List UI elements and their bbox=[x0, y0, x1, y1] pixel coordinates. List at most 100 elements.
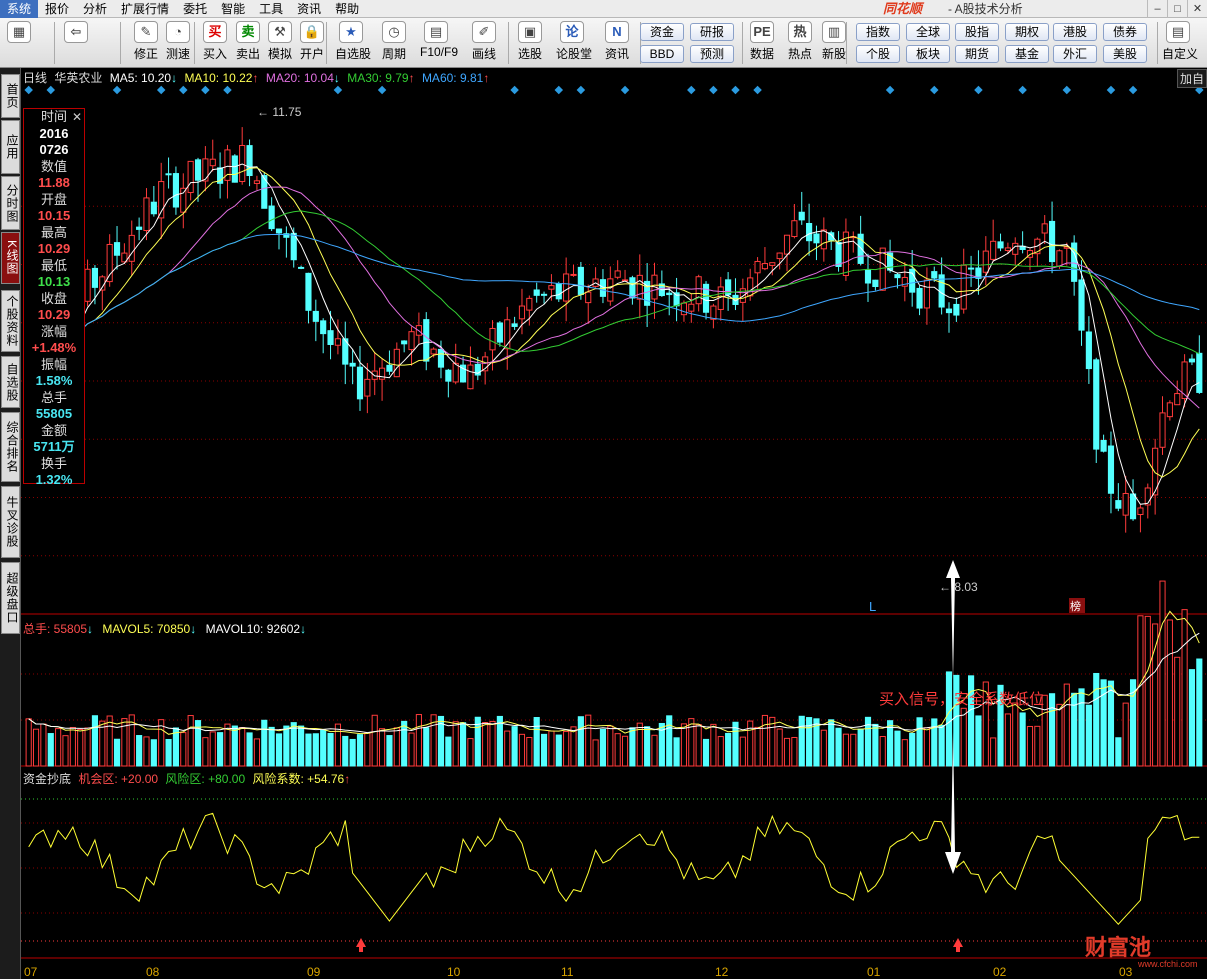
menu-item-7[interactable]: 资讯 bbox=[290, 0, 328, 18]
left-tab-8[interactable]: 超级盘口 bbox=[1, 562, 20, 634]
quick-button-0[interactable]: 资金 bbox=[640, 23, 684, 41]
toolbar-button-lun[interactable]: 论论股堂 bbox=[556, 20, 592, 66]
high-label: 最高 bbox=[40, 224, 67, 240]
toolbar-button-buy[interactable]: 买买入 bbox=[199, 20, 231, 66]
candle-body bbox=[563, 273, 570, 302]
volume-bar bbox=[268, 726, 275, 767]
toolbar-button-pen[interactable]: ✐ 画线 bbox=[468, 20, 500, 66]
toolbar-button-hammer[interactable]: ⚒ 模拟 bbox=[264, 20, 296, 66]
quick-button-7[interactable]: 板块 bbox=[906, 45, 950, 63]
toolbar-button-custom[interactable]: ▤ 自定义 bbox=[1162, 20, 1199, 66]
quick-button-9[interactable]: 期货 bbox=[955, 45, 999, 63]
toolbar-button-select[interactable]: ▣ 选股 bbox=[514, 20, 546, 66]
left-tab-0[interactable]: 首页 bbox=[1, 74, 20, 118]
volume-bar bbox=[732, 721, 739, 767]
ma60-line bbox=[28, 233, 1200, 349]
menu-item-6[interactable]: 工具 bbox=[252, 0, 290, 18]
toolbar-button-sell[interactable]: 卖卖出 bbox=[232, 20, 264, 66]
volume-bar bbox=[607, 725, 614, 767]
change-label: 涨幅 bbox=[40, 323, 67, 339]
quick-button-14[interactable]: 债券 bbox=[1103, 23, 1147, 41]
toolbar-button-star[interactable]: ★ 自选股 bbox=[335, 20, 371, 66]
max-window-icon[interactable]: □ bbox=[1167, 0, 1187, 18]
min-window-icon[interactable]: – bbox=[1147, 0, 1167, 18]
menu-item-0[interactable]: 系统 bbox=[0, 0, 39, 18]
quick-button-5[interactable]: 个股 bbox=[856, 45, 900, 63]
volume-bar bbox=[62, 735, 69, 767]
candle-body bbox=[172, 173, 180, 208]
toolbar-button-news[interactable]: N 资讯 bbox=[601, 20, 633, 66]
signal-diamond bbox=[112, 85, 122, 95]
toolbar-button-speed[interactable]: ◔ 测速 bbox=[162, 20, 194, 66]
quick-button-13[interactable]: 外汇 bbox=[1053, 45, 1097, 63]
quick-button-12[interactable]: 港股 bbox=[1053, 23, 1097, 41]
volume-bar bbox=[504, 730, 511, 767]
quick-button-10[interactable]: 期权 bbox=[1005, 23, 1049, 41]
left-tab-5[interactable]: 自选股 bbox=[1, 356, 20, 408]
candle-body bbox=[327, 330, 334, 345]
candle-body bbox=[1166, 402, 1173, 418]
left-tab-2[interactable]: 分时图 bbox=[1, 176, 20, 230]
candle-body bbox=[1196, 352, 1203, 393]
close-window-icon[interactable]: ✕ bbox=[1187, 0, 1207, 18]
toolbar-button-lock[interactable]: 🔒 开户 bbox=[296, 20, 328, 66]
quick-button-3[interactable]: 预测 bbox=[690, 45, 734, 63]
quick-button-4[interactable]: 指数 bbox=[856, 23, 900, 41]
news-icon: N bbox=[605, 21, 629, 43]
volume-bar bbox=[842, 733, 849, 767]
menu-item-3[interactable]: 扩展行情 bbox=[114, 0, 176, 18]
indicator-legend: 资金抄底 机会区: +20.00 风险区: +80.00 风险系数: +54.7… bbox=[23, 772, 351, 786]
quick-button-15[interactable]: 美股 bbox=[1103, 45, 1147, 63]
quick-button-6[interactable]: 全球 bbox=[906, 23, 950, 41]
candle-body bbox=[202, 158, 209, 182]
toolbar-button-pe[interactable]: PE 数据 bbox=[746, 20, 778, 66]
toolbar-button-clock[interactable]: ◷ 周期 bbox=[378, 20, 410, 66]
up-arrow-icon bbox=[946, 560, 960, 680]
indicator-name: 资金抄底 bbox=[23, 772, 72, 786]
info-panel: ✕ 时间 2016 0726 数值 11.88 开盘 10.15 最高 10.2… bbox=[23, 108, 85, 487]
risk-coef-label: 风险系数: +54.76 bbox=[252, 772, 345, 786]
volume-bar bbox=[828, 719, 835, 767]
quick-button-8[interactable]: 股指 bbox=[955, 23, 999, 41]
close-icon[interactable]: ✕ bbox=[72, 109, 82, 126]
toolbar-button-hot[interactable]: 热热点 bbox=[784, 20, 816, 66]
left-tab-1[interactable]: 应用 bbox=[1, 120, 20, 174]
left-tab-6[interactable]: 综合排名 bbox=[1, 412, 20, 482]
toolbar-button-f10[interactable]: ▤ F10/F9 bbox=[420, 20, 458, 66]
toolbar-button-back-arrow[interactable]: ⇦ bbox=[60, 20, 92, 66]
left-tab-4[interactable]: 个股资料 bbox=[1, 290, 20, 352]
signal-diamond bbox=[620, 85, 630, 95]
toolbar-label: 选股 bbox=[517, 47, 542, 61]
custom-icon: ▤ bbox=[1166, 21, 1190, 43]
candle-body bbox=[1048, 220, 1056, 263]
left-tab-bar: 首页 应用分时图 K线图个股资料自选股综合排名牛叉诊股超级盘口 bbox=[0, 68, 21, 979]
left-tab-7[interactable]: 牛叉诊股 bbox=[1, 486, 20, 558]
candle-body bbox=[511, 323, 518, 327]
risk-zone-label: 风险区: +80.00 bbox=[165, 772, 246, 786]
candle-body bbox=[1085, 331, 1092, 370]
volume-bar bbox=[364, 732, 371, 767]
quick-button-2[interactable]: 研报 bbox=[690, 23, 734, 41]
ma60-label: MA60: 9.81 bbox=[421, 71, 484, 85]
volume-bar bbox=[69, 726, 76, 767]
quick-button-11[interactable]: 基金 bbox=[1005, 45, 1049, 63]
toolbar-label: 自定义 bbox=[1162, 47, 1199, 61]
left-tab-3[interactable]: K线图 bbox=[1, 232, 20, 284]
add-button[interactable]: 加自 bbox=[1176, 69, 1207, 88]
menu-item-2[interactable]: 分析 bbox=[76, 0, 114, 18]
candle-body bbox=[695, 276, 702, 305]
risk-coef-line bbox=[28, 812, 1200, 925]
volume-bar bbox=[526, 737, 533, 767]
kline-chart[interactable]: ← 11.75 ← 8.03 L 榜买入信号，安全系数低位 bbox=[21, 68, 1207, 979]
menu-item-4[interactable]: 委托 bbox=[176, 0, 214, 18]
menu-item-5[interactable]: 智能 bbox=[214, 0, 252, 18]
quick-button-1[interactable]: BBD bbox=[640, 45, 684, 63]
candle-body bbox=[113, 242, 121, 256]
volume-bar bbox=[960, 707, 967, 767]
toolbar-button-grid[interactable]: ▦ bbox=[3, 20, 35, 66]
toolbar-button-revise[interactable]: ✎ 修正 bbox=[130, 20, 162, 66]
menu-item-8[interactable]: 帮助 bbox=[328, 0, 366, 18]
back-arrow-icon: ⇦ bbox=[64, 21, 88, 43]
menu-item-1[interactable]: 报价 bbox=[38, 0, 76, 18]
volume-bar bbox=[511, 726, 518, 767]
